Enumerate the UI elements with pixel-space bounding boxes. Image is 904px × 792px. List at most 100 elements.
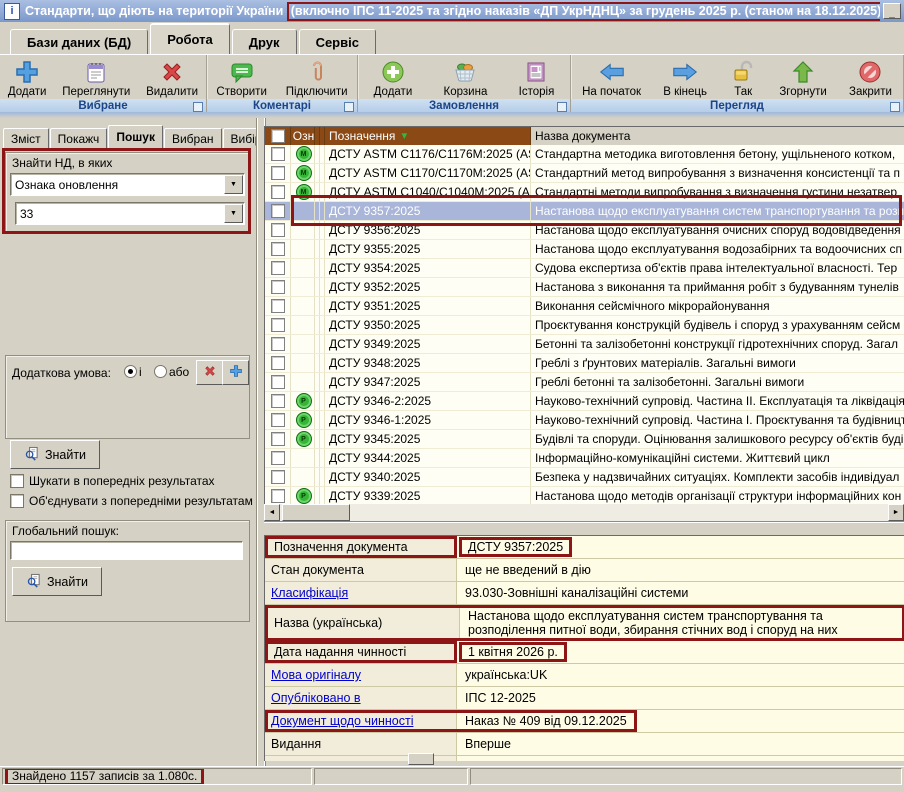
sidebar-tab[interactable]: Вибірка	[223, 128, 256, 148]
find-button[interactable]: Знайти	[10, 440, 100, 469]
sidebar-tab[interactable]: Вибран	[164, 128, 222, 148]
ribbon-tab[interactable]: Бази даних (БД)	[10, 29, 148, 54]
global-find-button[interactable]: Знайти	[12, 567, 102, 596]
scroll-right-icon[interactable]: ►	[888, 504, 904, 521]
close-button[interactable]: Закрити	[844, 57, 897, 99]
table-details-splitter[interactable]	[264, 521, 904, 536]
detail-label[interactable]: Мова оригіналу	[271, 668, 361, 682]
ribbon-tab[interactable]: Сервіс	[299, 29, 376, 54]
row-checkbox[interactable]	[271, 280, 285, 294]
row-checkbox[interactable]	[271, 470, 285, 484]
chevron-down-icon[interactable]: ▼	[224, 175, 243, 194]
sidebar-tab[interactable]: Зміст	[3, 128, 49, 148]
row-checkbox[interactable]	[271, 318, 285, 332]
row-checkbox[interactable]	[271, 166, 285, 180]
radio-or[interactable]	[154, 365, 167, 378]
dialog-launcher-icon[interactable]	[193, 102, 203, 112]
table-row[interactable]: ДСТУ 9354:2025 Судова експертиза об'єкті…	[265, 259, 904, 278]
chevron-down-icon[interactable]: ▼	[224, 204, 243, 223]
checkbox[interactable]	[10, 474, 24, 488]
table-hscrollbar[interactable]: ◄ ►	[264, 504, 904, 521]
detail-label[interactable]: Стан документа	[271, 563, 364, 577]
document-name: Бетонні та залізобетонні конструкції гід…	[531, 335, 904, 353]
table-row[interactable]: ДСТУ 9349:2025 Бетонні та залізобетонні …	[265, 335, 904, 354]
remove-condition-button[interactable]	[196, 360, 223, 385]
details-scrollbar-thumb[interactable]	[408, 753, 434, 765]
row-checkbox[interactable]	[271, 394, 285, 408]
basket-button[interactable]: Корзина	[439, 57, 493, 99]
table-row[interactable]: М ДСТУ ASTM C1170/C1170M:2025 (AS Станда…	[265, 164, 904, 183]
collapse-button[interactable]: Згорнути	[774, 57, 831, 99]
ribbon-tab[interactable]: Друк	[232, 29, 297, 54]
select-all-checkbox[interactable]	[271, 129, 285, 143]
create-comment-button[interactable]: Створити	[211, 57, 271, 99]
add-condition-button[interactable]	[222, 360, 249, 385]
row-checkbox[interactable]	[271, 223, 285, 237]
minimize-button[interactable]: _	[883, 3, 901, 19]
go-last-button[interactable]: В кінець	[658, 57, 712, 99]
row-checkbox[interactable]	[271, 337, 285, 351]
detail-label[interactable]: Документ щодо чинності	[271, 714, 413, 728]
detail-label[interactable]: Позначення документа	[274, 540, 408, 554]
scrollbar-thumb[interactable]	[282, 504, 350, 521]
table-row[interactable]: ДСТУ 9348:2025 Греблі з ґрунтових матері…	[265, 354, 904, 373]
row-checkbox[interactable]	[271, 185, 285, 199]
checkbox[interactable]	[10, 494, 24, 508]
dialog-launcher-icon[interactable]	[344, 102, 354, 112]
table-row[interactable]: М ДСТУ ASTM C1040/C1040M:2025 (AS Станда…	[265, 183, 904, 202]
row-checkbox[interactable]	[271, 299, 285, 313]
table-row[interactable]: ДСТУ 9351:2025 Виконання сейсмічного мік…	[265, 297, 904, 316]
row-checkbox[interactable]	[271, 204, 285, 218]
select-all-cell[interactable]	[265, 127, 291, 145]
search-value-dropdown[interactable]: 33 ▼	[15, 202, 245, 225]
table-row[interactable]: ДСТУ 9356:2025 Настанова щодо експлуатув…	[265, 221, 904, 240]
table-row[interactable]: М ДСТУ ASTM C1176/C1176M:2025 (AS Станда…	[265, 145, 904, 164]
row-checkbox[interactable]	[271, 147, 285, 161]
add-favorite-button[interactable]: Додати	[3, 57, 52, 99]
table-row[interactable]: ДСТУ 9355:2025 Настанова щодо експлуатув…	[265, 240, 904, 259]
column-header-name[interactable]: Назва документа	[531, 127, 904, 145]
table-row[interactable]: ДСТУ 9340:2025 Безпека у надзвичайних си…	[265, 468, 904, 487]
checkbox-search-previous[interactable]: Шукати в попередніх результатах	[10, 474, 250, 488]
search-field-dropdown[interactable]: Ознака оновлення ▼	[10, 173, 245, 196]
table-row[interactable]: ДСТУ 9352:2025 Настанова з виконання та …	[265, 278, 904, 297]
row-checkbox[interactable]	[271, 242, 285, 256]
radio-and[interactable]	[124, 365, 137, 378]
table-row[interactable]: Р ДСТУ 9346-2:2025 Науково-технічний суп…	[265, 392, 904, 411]
detail-label[interactable]: Опубліковано в	[271, 691, 361, 705]
lock-toggle-button[interactable]: Так	[724, 57, 762, 99]
detail-label[interactable]: Назва (українська)	[274, 616, 382, 630]
row-checkbox[interactable]	[271, 413, 285, 427]
history-button[interactable]: Історія	[514, 57, 560, 99]
add-order-button[interactable]: Додати	[369, 57, 418, 99]
table-row[interactable]: Р ДСТУ 9345:2025 Будівлі та споруди. Оці…	[265, 430, 904, 449]
column-header-designation[interactable]: Позначення▼	[325, 127, 531, 145]
row-checkbox[interactable]	[271, 375, 285, 389]
detail-label[interactable]: Класифікація	[271, 586, 348, 600]
row-checkbox[interactable]	[271, 261, 285, 275]
table-row[interactable]: ДСТУ 9344:2025 Інформаційно-комунікаційн…	[265, 449, 904, 468]
table-row[interactable]: ДСТУ 9347:2025 Греблі бетонні та залізоб…	[265, 373, 904, 392]
view-button[interactable]: Переглянути	[57, 57, 135, 99]
checkbox-merge-previous[interactable]: Об'єднувати з попередніми результатам	[10, 494, 254, 508]
sidebar-tab[interactable]: Пошук	[108, 125, 163, 148]
sidebar-tab[interactable]: Покажч	[50, 128, 108, 148]
table-row[interactable]: Р ДСТУ 9346-1:2025 Науково-технічний суп…	[265, 411, 904, 430]
scroll-left-icon[interactable]: ◄	[264, 504, 280, 521]
ribbon-tab[interactable]: Робота	[150, 23, 230, 54]
delete-button[interactable]: Видалити	[141, 57, 203, 99]
row-checkbox[interactable]	[271, 356, 285, 370]
column-header-mark[interactable]: Озн	[291, 127, 315, 145]
global-search-input[interactable]	[10, 541, 243, 560]
table-row[interactable]: ДСТУ 9357:2025 Настанова щодо експлуатув…	[265, 202, 904, 221]
dialog-launcher-icon[interactable]	[557, 102, 567, 112]
row-checkbox[interactable]	[271, 451, 285, 465]
detail-label[interactable]: Дата надання чинності	[274, 645, 406, 659]
row-checkbox[interactable]	[271, 489, 285, 503]
detail-label[interactable]: Видання	[271, 737, 321, 751]
attach-comment-button[interactable]: Підключити	[281, 57, 353, 99]
go-first-button[interactable]: На початок	[577, 57, 646, 99]
table-row[interactable]: ДСТУ 9350:2025 Проєктування конструкцій …	[265, 316, 904, 335]
dialog-launcher-icon[interactable]	[890, 102, 900, 112]
row-checkbox[interactable]	[271, 432, 285, 446]
